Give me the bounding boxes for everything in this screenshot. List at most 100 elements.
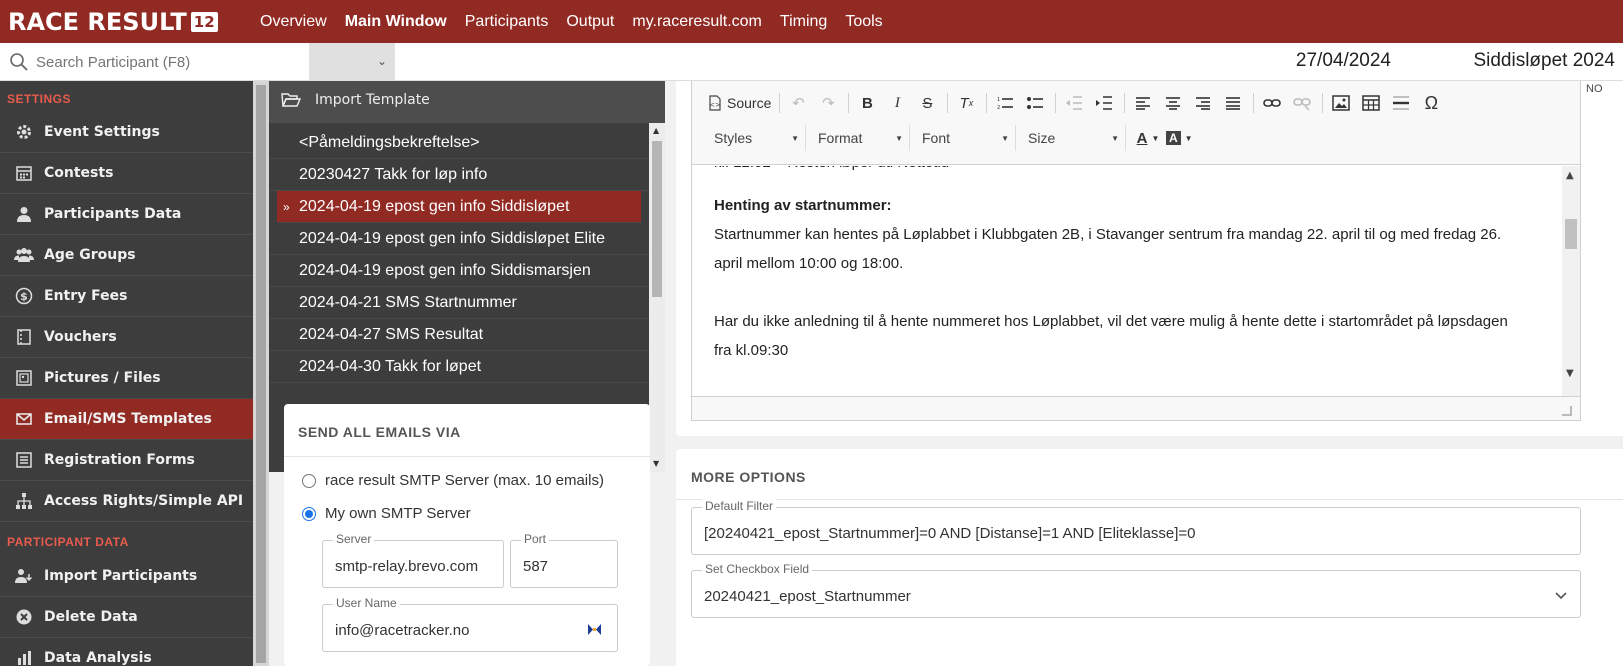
event-date: 27/04/2024 [1295, 50, 1391, 71]
password-manager-icon[interactable] [586, 621, 603, 638]
person-icon [14, 204, 34, 224]
sidebar-item-vouchers[interactable]: Vouchers [0, 317, 253, 358]
nav-output[interactable]: Output [566, 13, 614, 31]
race-result-logo[interactable]: RACE RESULT 12 [8, 3, 218, 40]
table-icon[interactable] [1359, 91, 1383, 115]
bold-icon[interactable]: B [855, 91, 879, 115]
server-field[interactable]: Server smtp-relay.brevo.com [322, 532, 504, 588]
scroll-up-icon[interactable]: ▲ [1566, 170, 1574, 181]
nav-timing[interactable]: Timing [780, 13, 827, 31]
sidebar-scrollbar[interactable] [253, 81, 269, 666]
radio-own-smtp[interactable]: My own SMTP Server [302, 505, 471, 522]
sidebar-item-import-participants[interactable]: Import Participants [0, 556, 253, 597]
sidebar: SETTINGS Event Settings Contests Partici… [0, 81, 253, 666]
styles-dropdown[interactable]: Styles ▼ [708, 125, 806, 151]
bulleted-list-icon[interactable] [1023, 91, 1047, 115]
redo-icon[interactable]: ↷ [816, 91, 840, 115]
editor-content[interactable]: kl. 12.02 – Resten løper uti Nettotid He… [692, 166, 1562, 396]
special-character-icon[interactable]: Ω [1419, 91, 1443, 115]
sidebar-section-settings: SETTINGS [7, 92, 72, 106]
nav-overview[interactable]: Overview [260, 13, 327, 31]
remove-format-icon[interactable]: Tx [954, 91, 978, 115]
toolbar-separator [947, 93, 949, 113]
undo-icon[interactable]: ↶ [786, 91, 810, 115]
text-color-button[interactable]: A ▼ [1136, 126, 1160, 150]
resize-grip-icon[interactable] [1562, 406, 1572, 416]
default-filter-field[interactable]: Default Filter [20240421_epost_Startnumm… [691, 499, 1581, 555]
sidebar-item-access-rights[interactable]: Access Rights/Simple API [0, 481, 253, 522]
text-color-icon: A [1136, 129, 1148, 147]
nav-my-raceresult[interactable]: my.raceresult.com [632, 13, 762, 31]
language-label[interactable]: NO [1586, 83, 1603, 95]
search-mode-select[interactable]: ⌄ [309, 43, 395, 80]
scrollbar-thumb[interactable] [1565, 219, 1577, 249]
sidebar-item-age-groups[interactable]: Age Groups [0, 235, 253, 276]
toolbar-separator [1124, 93, 1126, 113]
source-icon: <> [709, 95, 721, 111]
source-button[interactable]: <> Source [708, 91, 771, 115]
scroll-up-icon[interactable]: ▲ [653, 126, 659, 135]
sidebar-item-event-settings[interactable]: Event Settings [0, 112, 253, 153]
search-participant-input[interactable] [36, 49, 298, 75]
numbered-list-icon[interactable]: 12 [993, 91, 1017, 115]
font-label: Font [922, 130, 951, 146]
outdent-icon[interactable] [1062, 91, 1086, 115]
format-dropdown[interactable]: Format ▼ [812, 125, 910, 151]
scrollbar-thumb[interactable] [652, 141, 662, 297]
template-item[interactable]: 2024-04-27 SMS Resultat [269, 319, 649, 351]
voucher-icon [14, 327, 34, 347]
sidebar-item-data-analysis[interactable]: Data Analysis [0, 638, 253, 666]
template-item[interactable]: 2024-04-19 epost gen info Siddismarsjen [269, 255, 649, 287]
template-item[interactable]: 2024-04-21 SMS Startnummer [269, 287, 649, 319]
image-icon[interactable] [1329, 91, 1353, 115]
template-list-scrollbar[interactable]: ▲ ▼ [649, 123, 665, 472]
font-dropdown[interactable]: Font ▼ [916, 125, 1016, 151]
toolbar-separator [848, 93, 850, 113]
nav-participants[interactable]: Participants [465, 13, 549, 31]
align-left-icon[interactable] [1131, 91, 1155, 115]
radio-label: My own SMTP Server [325, 505, 471, 522]
editor-scrollbar[interactable]: ▲ ▼ [1562, 166, 1580, 396]
sidebar-item-delete-data[interactable]: Delete Data [0, 597, 253, 638]
username-field[interactable]: User Name info@racetracker.no [322, 596, 618, 652]
align-justify-icon[interactable] [1221, 91, 1245, 115]
scrollbar-thumb[interactable] [256, 85, 266, 663]
strikethrough-icon[interactable]: S [915, 91, 939, 115]
sidebar-item-label: Age Groups [44, 247, 136, 263]
unlink-icon[interactable] [1290, 91, 1314, 115]
template-item[interactable]: 20230427 Takk for løp info [269, 159, 649, 191]
radio-button[interactable] [302, 473, 316, 488]
align-right-icon[interactable] [1191, 91, 1215, 115]
scroll-down-icon[interactable]: ▼ [653, 459, 659, 468]
sidebar-item-label: Pictures / Files [44, 370, 161, 386]
align-center-icon[interactable] [1161, 91, 1185, 115]
template-item[interactable]: <Påmeldingsbekreftelse> [269, 127, 649, 159]
italic-icon[interactable]: I [885, 91, 909, 115]
radio-button-checked[interactable] [302, 506, 316, 521]
sidebar-item-registration-forms[interactable]: Registration Forms [0, 440, 253, 481]
nav-tools[interactable]: Tools [845, 13, 882, 31]
link-icon[interactable] [1260, 91, 1284, 115]
radio-raceresult-smtp[interactable]: race result SMTP Server (max. 10 emails) [302, 472, 604, 489]
template-item-selected[interactable]: » 2024-04-19 epost gen info Siddisløpet [277, 191, 641, 223]
picture-icon [14, 368, 34, 388]
svg-text:$: $ [20, 290, 28, 303]
checkbox-field-select[interactable]: Set Checkbox Field 20240421_epost_Startn… [691, 562, 1581, 618]
background-color-button[interactable]: A ▼ [1166, 126, 1193, 150]
sidebar-item-entry-fees[interactable]: $ Entry Fees [0, 276, 253, 317]
sidebar-item-participants-data[interactable]: Participants Data [0, 194, 253, 235]
import-template-button[interactable]: Import Template [269, 81, 665, 123]
sidebar-item-contests[interactable]: Contests [0, 153, 253, 194]
port-field[interactable]: Port 587 [510, 532, 618, 588]
template-item[interactable]: 2024-04-30 Takk for løpet [269, 351, 649, 383]
template-item[interactable]: 2024-04-19 epost gen info Siddisløpet El… [269, 223, 649, 255]
indent-icon[interactable] [1092, 91, 1116, 115]
format-label: Format [818, 130, 863, 146]
scroll-down-icon[interactable]: ▼ [1566, 368, 1574, 379]
horizontal-line-icon[interactable] [1389, 91, 1413, 115]
nav-main-window[interactable]: Main Window [345, 13, 447, 31]
sidebar-item-pictures-files[interactable]: Pictures / Files [0, 358, 253, 399]
sidebar-item-email-sms-templates[interactable]: Email/SMS Templates [0, 399, 253, 440]
sidebar-item-label: Access Rights/Simple API [44, 493, 244, 509]
size-dropdown[interactable]: Size ▼ [1022, 125, 1126, 151]
